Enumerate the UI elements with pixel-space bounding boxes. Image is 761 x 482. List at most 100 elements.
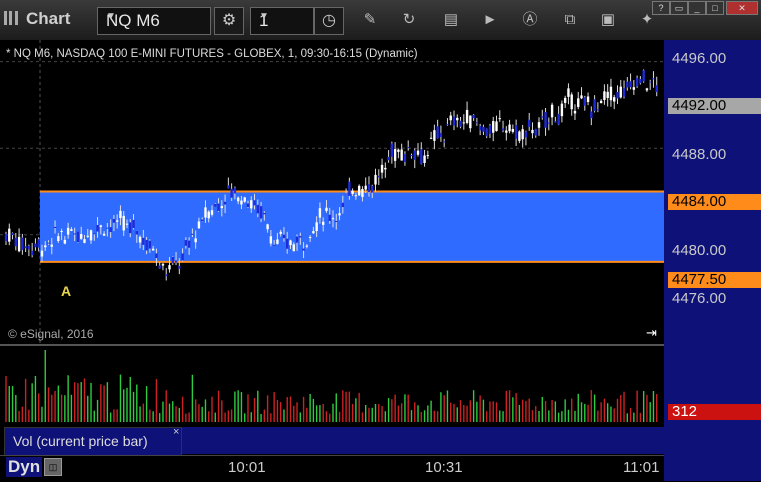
candle-body [178, 266, 181, 269]
candle-body [541, 116, 544, 118]
candle-body [250, 200, 253, 209]
clock-button[interactable]: ◷ [314, 7, 344, 35]
candle-body [433, 130, 436, 141]
candle-body [341, 202, 345, 208]
candle-body [4, 233, 8, 242]
candle-body [207, 211, 210, 219]
candle-body [266, 224, 269, 230]
volume-panel[interactable] [0, 346, 664, 426]
pencil-icon[interactable]: ✎ [360, 10, 380, 30]
candle-body [387, 156, 390, 161]
candle-body [420, 149, 423, 164]
candle-body [456, 117, 459, 121]
camera-icon[interactable]: ▣ [598, 10, 618, 30]
candle-body [452, 116, 456, 126]
candle-body [511, 128, 515, 132]
maximize-button[interactable]: □ [706, 1, 724, 15]
candle-body [315, 222, 318, 232]
candle-body [253, 200, 256, 206]
candle-body [364, 185, 367, 190]
candle-body [367, 184, 371, 193]
minimize-button[interactable]: _ [688, 1, 706, 15]
candle-body [155, 253, 158, 259]
refresh-icon[interactable]: ↻ [399, 10, 419, 30]
candle-body [11, 233, 14, 236]
candle-body [495, 121, 498, 132]
candle-body [76, 231, 80, 243]
candle-body [321, 221, 325, 225]
candle-body [626, 81, 629, 88]
candle-body [436, 126, 439, 139]
app-title: Chart [4, 9, 70, 29]
dynamic-mode-label[interactable]: Dyn [6, 457, 43, 477]
candle-body [459, 120, 462, 127]
range-low-tag: 4477.50 [668, 272, 761, 288]
candle-body [524, 131, 528, 138]
help-button[interactable]: ? [652, 1, 670, 15]
candle-body [338, 213, 341, 216]
play-icon[interactable]: ► [480, 10, 500, 30]
candle-body [570, 94, 573, 110]
alert-icon[interactable]: Ⓐ [520, 10, 540, 30]
candle-body [276, 239, 279, 244]
time-axis[interactable] [0, 455, 664, 482]
candle-body [554, 121, 557, 123]
link-icon[interactable]: ⧉ [560, 10, 580, 30]
candle-body [66, 227, 70, 235]
candle-body [135, 231, 138, 235]
candle-body [469, 115, 472, 129]
candle-body [305, 245, 309, 247]
candle-body [286, 238, 289, 249]
candle-body [639, 79, 642, 84]
candle-body [292, 244, 295, 252]
candle-body [325, 207, 328, 211]
candle-body [73, 233, 76, 235]
candle-body [416, 150, 420, 155]
chart-area[interactable] [0, 40, 664, 343]
close-button[interactable]: ✕ [726, 1, 758, 15]
quote-icon[interactable]: ▤ [441, 10, 461, 30]
candle-body [328, 214, 331, 221]
candle-body [331, 218, 335, 220]
candle-body [426, 155, 430, 157]
candle-body [613, 97, 616, 102]
candle-body [361, 189, 364, 198]
time-axis-label: 10:31 [425, 459, 463, 476]
candle-body [282, 234, 286, 239]
close-icon[interactable]: × [173, 426, 179, 438]
scroll-to-end-icon[interactable]: ⇥ [646, 325, 657, 341]
interval-input[interactable]: 1 ▼ [250, 7, 314, 35]
volume-tab-label: Vol (current price bar) [13, 433, 148, 449]
last-price-tag: 4492.00 [668, 98, 761, 114]
settings-button[interactable]: ⚙ [214, 7, 244, 35]
chevron-down-icon[interactable]: ▼ [259, 11, 309, 22]
candle-body [423, 155, 426, 164]
candle-body [168, 265, 171, 270]
candle-body [132, 219, 135, 229]
candle-body [236, 197, 240, 202]
candle-body [629, 81, 632, 88]
candle-body [37, 239, 40, 248]
candle-body [652, 78, 655, 80]
candle-body [181, 253, 184, 261]
snapshot-icon[interactable]: ◫ [44, 458, 62, 476]
restore-button[interactable]: ▭ [670, 1, 688, 15]
candle-body [272, 244, 276, 246]
candle-body [521, 129, 524, 140]
candle-body [514, 125, 518, 139]
candle-body [449, 115, 452, 121]
candle-body [550, 104, 554, 118]
chevron-down-icon[interactable]: ▼ [106, 11, 206, 22]
candle-body [8, 228, 11, 242]
candle-body [129, 222, 132, 234]
symbol-input[interactable]: NQ M6 ▼ [97, 7, 211, 35]
candle-body [488, 125, 492, 134]
candle-body [498, 118, 501, 120]
candle-body [299, 236, 302, 238]
candle-body [442, 141, 446, 143]
candle-body [603, 91, 606, 100]
volume-tab[interactable]: Vol (current price bar) × [4, 426, 182, 456]
candle-body [593, 99, 596, 112]
candle-body [567, 88, 570, 97]
app-menu-icon[interactable] [4, 11, 22, 25]
